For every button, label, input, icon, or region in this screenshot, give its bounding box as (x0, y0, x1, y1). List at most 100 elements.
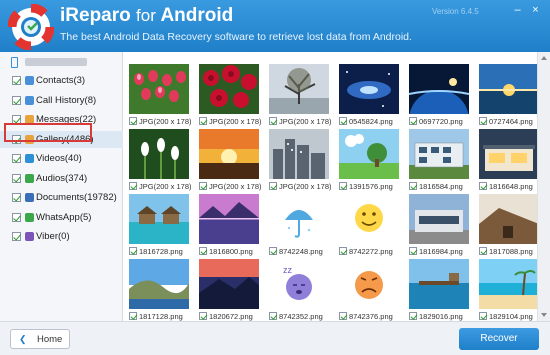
thumbnail[interactable] (409, 259, 469, 309)
thumbnail[interactable] (479, 64, 539, 114)
gallery-item[interactable]: 0697720.png (409, 64, 469, 129)
thumbnail[interactable] (479, 129, 539, 179)
device-row[interactable] (0, 52, 123, 72)
thumbnail[interactable] (339, 194, 399, 244)
checkbox[interactable] (339, 312, 347, 320)
gallery-item[interactable]: 1391576.png (339, 129, 399, 194)
checkbox[interactable] (339, 247, 347, 255)
thumbnail[interactable] (409, 194, 469, 244)
checkbox[interactable] (479, 247, 487, 255)
gallery-item[interactable]: 8742272.png (339, 194, 399, 259)
sidebar-item[interactable]: Contacts(3) (0, 72, 123, 89)
thumbnail-image (339, 194, 399, 244)
checkbox[interactable] (129, 117, 137, 125)
thumbnail[interactable] (409, 129, 469, 179)
close-button[interactable]: × (528, 4, 543, 17)
vertical-scrollbar[interactable] (537, 52, 550, 321)
checkbox[interactable] (409, 312, 417, 320)
thumbnail-image (129, 259, 189, 309)
gallery-item[interactable]: JPG(200 x 178) (269, 64, 332, 129)
checkbox[interactable] (199, 117, 207, 125)
thumbnail[interactable] (199, 194, 259, 244)
checkbox[interactable] (479, 182, 487, 190)
checkbox[interactable] (12, 173, 21, 183)
recover-button[interactable]: Recover (459, 328, 539, 350)
thumbnail[interactable] (269, 129, 329, 179)
checkbox[interactable] (199, 247, 207, 255)
gallery-item[interactable]: 1816648.png (479, 129, 539, 194)
checkbox[interactable] (12, 76, 21, 85)
thumbnail[interactable] (199, 129, 259, 179)
sidebar-item[interactable]: Videos(40) (0, 150, 123, 167)
scroll-down-icon[interactable] (541, 313, 547, 317)
checkbox[interactable] (12, 95, 21, 105)
thumbnail-image (129, 64, 189, 114)
gallery-item[interactable]: 1816584.png (409, 129, 469, 194)
checkbox[interactable] (129, 312, 137, 320)
thumbnail[interactable] (199, 64, 259, 114)
thumbnail[interactable] (129, 194, 189, 244)
checkbox[interactable] (409, 182, 417, 190)
checkbox[interactable] (479, 312, 487, 320)
checkbox[interactable] (269, 247, 277, 255)
checkbox[interactable] (12, 232, 21, 241)
thumbnail[interactable] (129, 259, 189, 309)
checkbox[interactable] (199, 182, 207, 190)
thumbnail[interactable] (199, 259, 259, 309)
thumbnail[interactable] (339, 259, 399, 309)
checkbox[interactable] (339, 182, 347, 190)
gallery-item[interactable]: 1816984.png (409, 194, 469, 259)
gallery-item[interactable]: 1829104.png (479, 259, 539, 324)
checkbox[interactable] (12, 212, 21, 222)
gallery-item[interactable]: zz 8742352.png (269, 259, 329, 324)
sidebar-item[interactable]: Viber(0) (0, 228, 123, 245)
gallery-item[interactable]: JPG(200 x 178) (269, 129, 332, 194)
thumbnail-image (129, 129, 189, 179)
gallery-item[interactable]: 0727464.png (479, 64, 539, 129)
thumbnail[interactable] (339, 64, 399, 114)
thumbnail[interactable] (269, 64, 329, 114)
thumbnail[interactable]: zz (269, 259, 329, 309)
gallery-item[interactable]: JPG(200 x 178) (129, 64, 192, 129)
checkbox[interactable] (269, 117, 277, 125)
minimize-button[interactable]: – (510, 4, 525, 17)
sidebar-item[interactable]: Call History(8) (0, 92, 123, 109)
checkbox[interactable] (409, 247, 417, 255)
checkbox[interactable] (269, 312, 277, 320)
gallery-item[interactable]: 8742248.png (269, 194, 329, 259)
checkbox[interactable] (269, 182, 277, 190)
checkbox[interactable] (129, 247, 137, 255)
sidebar-item[interactable]: WhatsApp(5) (0, 209, 123, 226)
gallery-item[interactable]: 1817088.png (479, 194, 539, 259)
thumbnail[interactable] (269, 194, 329, 244)
file-name: 0545824.png (349, 117, 393, 126)
thumbnail[interactable] (129, 129, 189, 179)
scroll-up-icon[interactable] (541, 56, 547, 60)
gallery-item[interactable]: 1829016.png (409, 259, 469, 324)
gallery-item[interactable]: JPG(200 x 178) (199, 64, 262, 129)
checkbox[interactable] (12, 193, 21, 202)
gallery-item[interactable]: 8742376.png (339, 259, 399, 324)
sidebar-item[interactable]: Documents(19782) (0, 189, 123, 206)
checkbox[interactable] (129, 182, 137, 190)
thumbnail[interactable] (339, 129, 399, 179)
thumbnail[interactable] (479, 259, 539, 309)
checkbox[interactable] (339, 117, 347, 125)
gallery-item[interactable]: 1816728.png (129, 194, 189, 259)
gallery-item[interactable]: JPG(200 x 178) (199, 129, 262, 194)
thumbnail[interactable] (409, 64, 469, 114)
gallery-item[interactable]: 1820672.png (199, 259, 259, 324)
gallery-item[interactable]: 1816800.png (199, 194, 259, 259)
gallery-item[interactable]: JPG(200 x 178) (129, 129, 192, 194)
checkbox[interactable] (409, 117, 417, 125)
checkbox[interactable] (479, 117, 487, 125)
thumbnail[interactable] (479, 194, 539, 244)
checkbox[interactable] (12, 154, 21, 163)
gallery-item[interactable]: 0545824.png (339, 64, 399, 129)
sidebar-item[interactable]: Audios(374) (0, 170, 123, 187)
item-caption: JPG(200 x 178) (129, 181, 195, 193)
gallery-item[interactable]: 1817128.png (129, 259, 189, 324)
home-button[interactable]: ❮ Home (10, 329, 70, 349)
thumbnail[interactable] (129, 64, 189, 114)
checkbox[interactable] (199, 312, 207, 320)
